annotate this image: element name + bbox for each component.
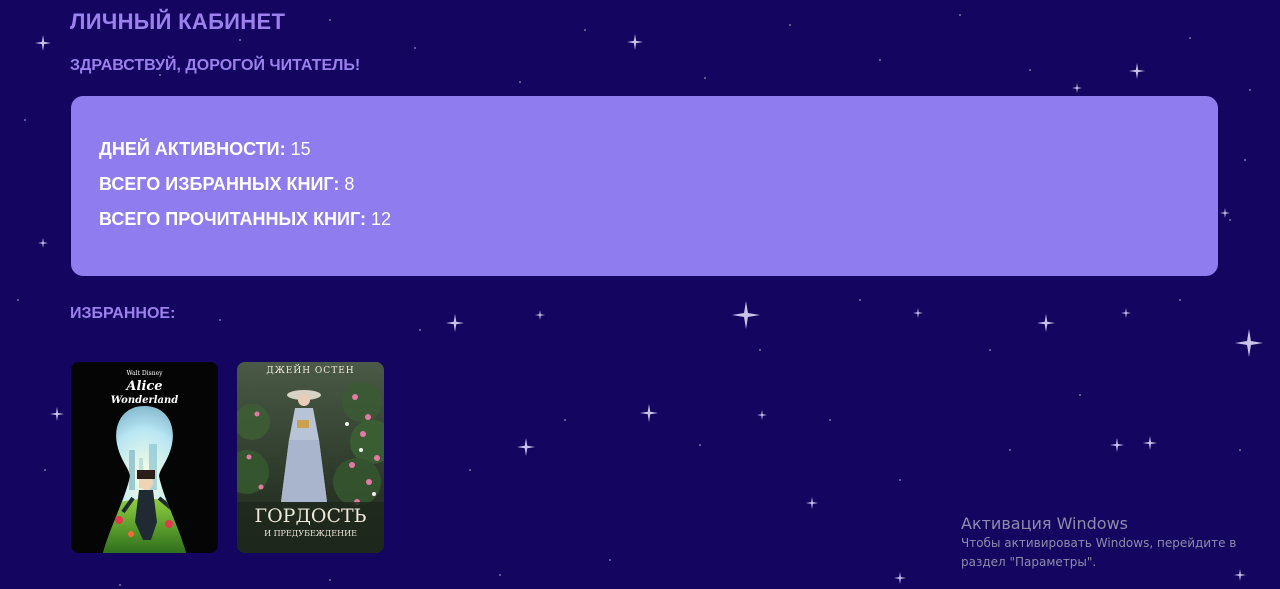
stat-active-days: ДНЕЙ АКТИВНОСТИ: 15 bbox=[99, 135, 1218, 170]
favorite-book-pride[interactable]: ДЖЕЙН ОСТЕН ГОРДОСТЬ И ПРЕДУБЕЖДЕНИЕ bbox=[237, 362, 384, 553]
pride-cover-title-2: И ПРЕДУБЕЖДЕНИЕ bbox=[264, 529, 357, 538]
greeting-text: ЗДРАВСТВУЙ, ДОРОГОЙ ЧИТАТЕЛЬ! bbox=[70, 57, 361, 74]
stat-active-days-value: 15 bbox=[290, 139, 311, 159]
alice-cover-title-2: Wonderland bbox=[111, 395, 179, 406]
windows-activation-title: Активация Windows bbox=[961, 514, 1128, 533]
book-cover-pride: ДЖЕЙН ОСТЕН ГОРДОСТЬ И ПРЕДУБЕЖДЕНИЕ bbox=[237, 362, 384, 553]
favorite-book-alice[interactable]: Walt Disney Alice Wonderland bbox=[71, 362, 218, 553]
stat-read-books-label: ВСЕГО ПРОЧИТАННЫХ КНИГ: bbox=[99, 209, 366, 229]
stat-active-days-label: ДНЕЙ АКТИВНОСТИ: bbox=[99, 139, 286, 159]
stat-favorite-books-label: ВСЕГО ИЗБРАННЫХ КНИГ: bbox=[99, 174, 340, 194]
alice-cover-title-1: Alice bbox=[124, 379, 162, 394]
alice-cover-top-text: Walt Disney bbox=[126, 370, 163, 377]
stat-read-books-value: 12 bbox=[370, 209, 391, 229]
pride-cover-title-1: ГОРДОСТЬ bbox=[255, 505, 367, 527]
windows-activation-watermark: Активация Windows Чтобы активировать Win… bbox=[961, 514, 1261, 572]
stat-favorite-books-value: 8 bbox=[344, 174, 355, 194]
book-cover-alice: Walt Disney Alice Wonderland bbox=[71, 362, 218, 553]
favorites-heading: ИЗБРАННОЕ: bbox=[70, 305, 176, 322]
pride-cover-author: ДЖЕЙН ОСТЕН bbox=[266, 364, 354, 376]
page-title: ЛИЧНЫЙ КАБИНЕТ bbox=[70, 9, 286, 34]
stats-card: ДНЕЙ АКТИВНОСТИ: 15 ВСЕГО ИЗБРАННЫХ КНИГ… bbox=[71, 96, 1218, 276]
stat-favorite-books: ВСЕГО ИЗБРАННЫХ КНИГ: 8 bbox=[99, 170, 1218, 205]
windows-activation-text: Чтобы активировать Windows, перейдите в … bbox=[961, 536, 1237, 569]
stat-read-books: ВСЕГО ПРОЧИТАННЫХ КНИГ: 12 bbox=[99, 205, 1218, 240]
